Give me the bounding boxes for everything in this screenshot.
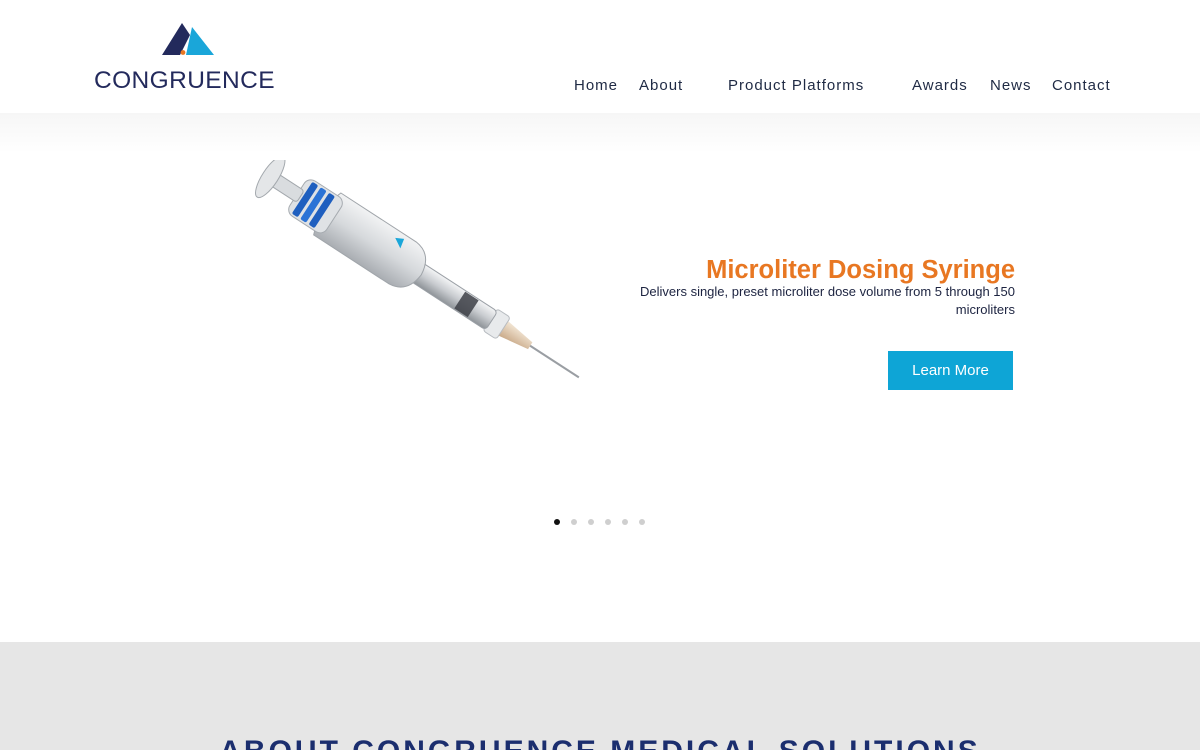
about-section: ABOUT CONGRUENCE MEDICAL SOLUTIONS bbox=[0, 642, 1200, 750]
logo-mark-icon bbox=[162, 23, 214, 55]
site-header: CONGRUENCE Home About Product Platforms … bbox=[0, 0, 1200, 113]
nav-news[interactable]: News bbox=[990, 76, 1032, 96]
nav-awards[interactable]: Awards bbox=[912, 76, 968, 96]
slider-dot-3[interactable] bbox=[588, 519, 594, 525]
main-nav: Home About Product Platforms Awards News… bbox=[0, 76, 1200, 96]
about-heading: ABOUT CONGRUENCE MEDICAL SOLUTIONS bbox=[0, 734, 1200, 750]
slider-dot-4[interactable] bbox=[605, 519, 611, 525]
nav-product-platforms[interactable]: Product Platforms bbox=[728, 76, 864, 96]
slider-dot-6[interactable] bbox=[639, 519, 645, 525]
slide-title: Microliter Dosing Syringe bbox=[706, 256, 1015, 284]
dosing-syringe-image bbox=[255, 160, 580, 379]
slide-description: Delivers single, preset microliter dose … bbox=[640, 284, 1016, 317]
slider-dot-2[interactable] bbox=[571, 519, 577, 525]
nav-home[interactable]: Home bbox=[574, 76, 618, 96]
slider-dot-1[interactable] bbox=[554, 519, 560, 525]
nav-contact[interactable]: Contact bbox=[1052, 76, 1111, 96]
nav-about[interactable]: About bbox=[639, 76, 683, 96]
slider-pagination bbox=[554, 519, 654, 525]
header-shadow bbox=[0, 113, 1200, 153]
learn-more-button[interactable]: Learn More bbox=[888, 351, 1013, 390]
slider-dot-5[interactable] bbox=[622, 519, 628, 525]
